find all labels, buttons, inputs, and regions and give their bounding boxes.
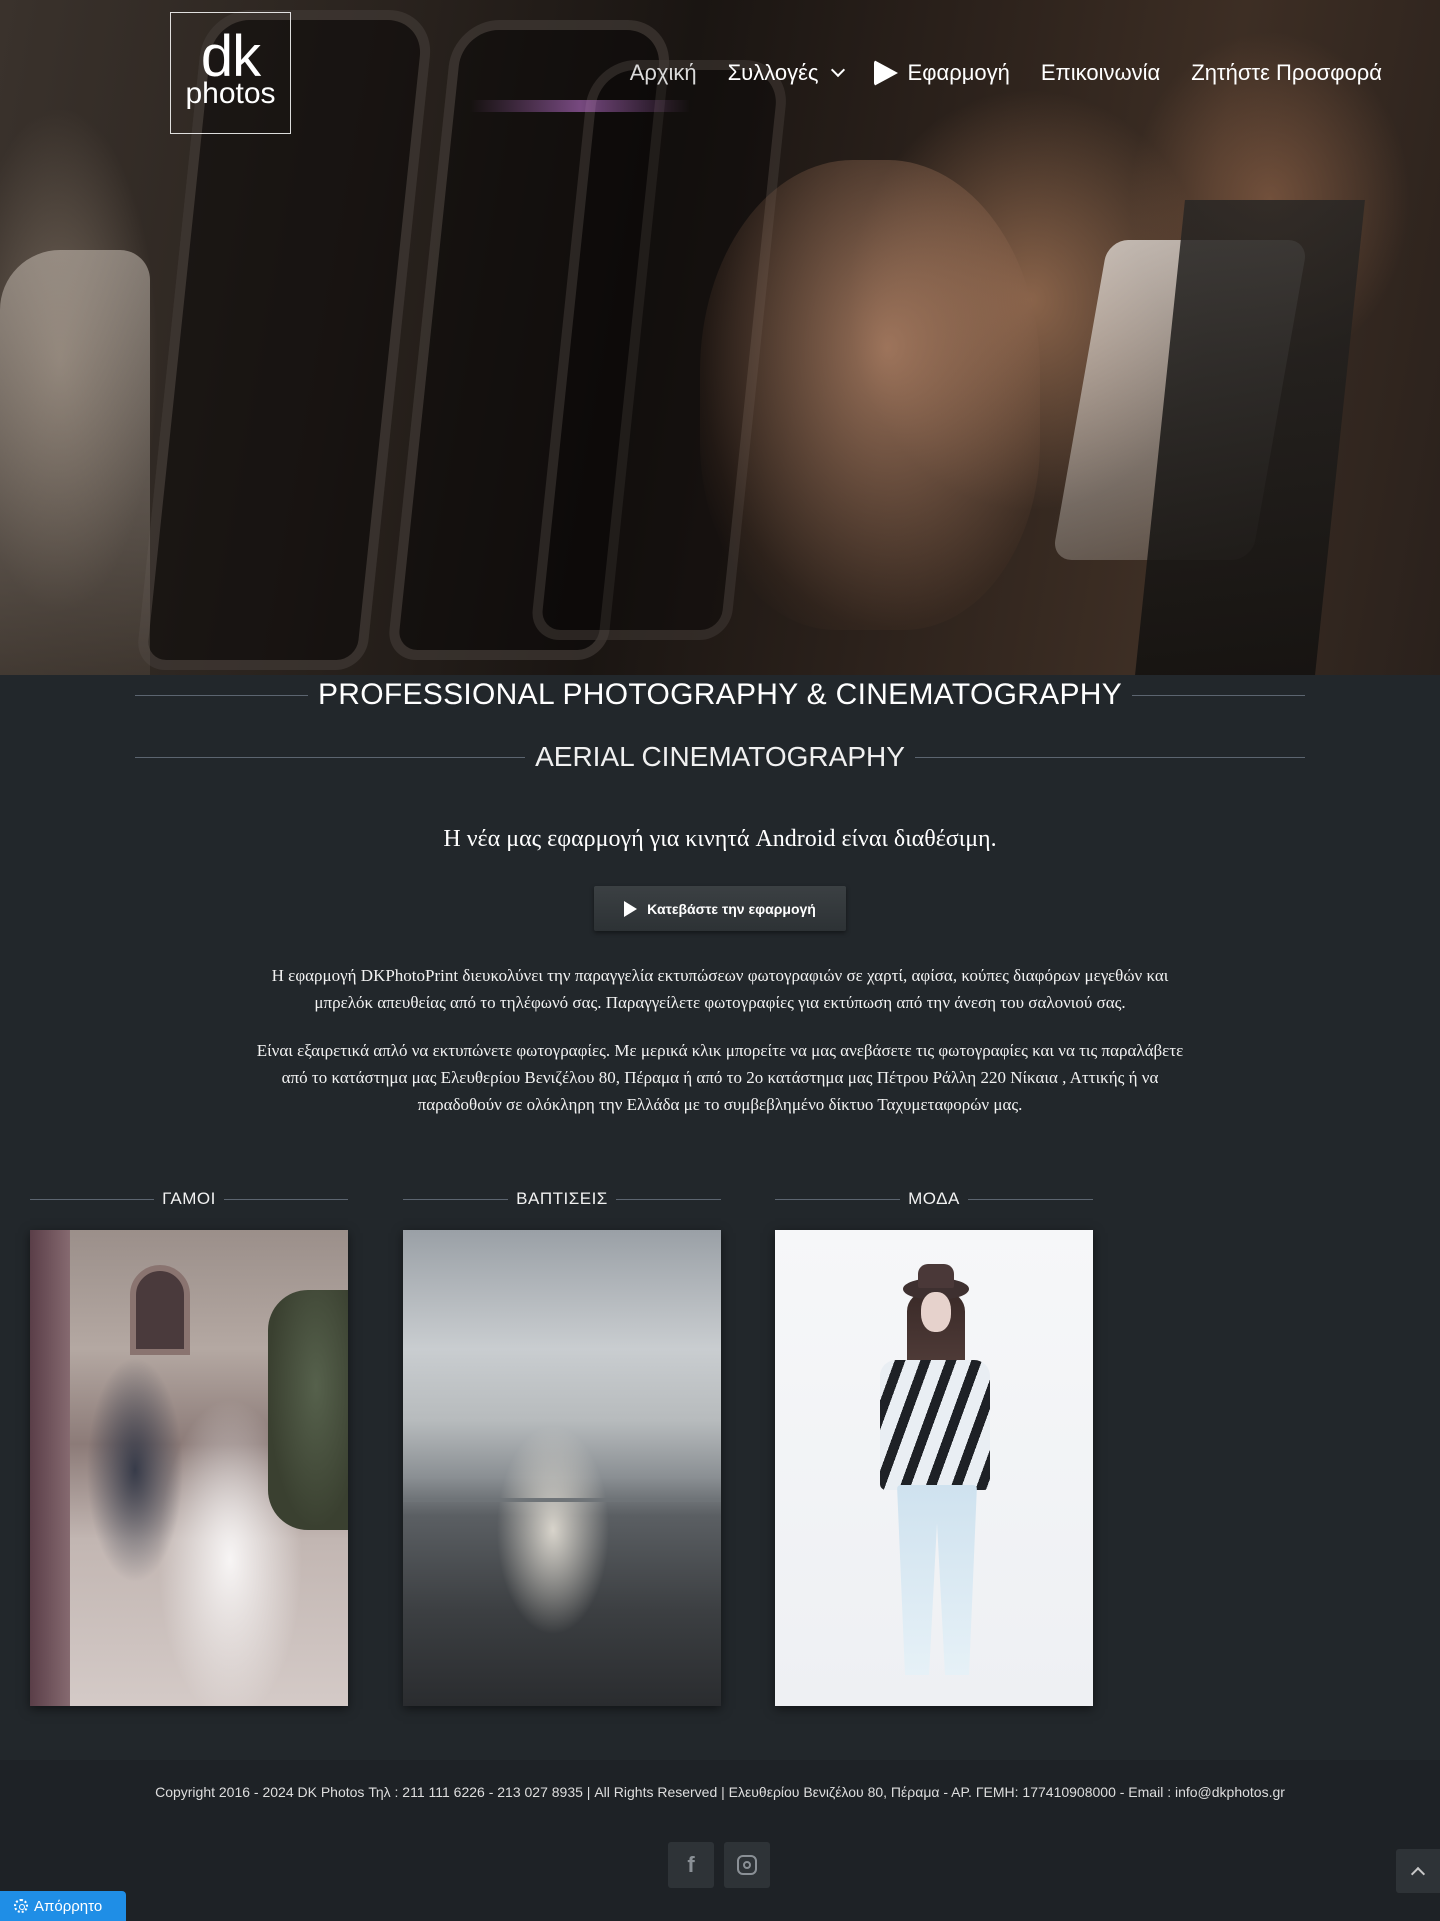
download-app-button[interactable]: Κατεβάστε την εφαρμογή (594, 886, 846, 931)
chevron-down-icon (830, 62, 845, 78)
photo-church-window (130, 1265, 190, 1355)
download-app-label: Κατεβάστε την εφαρμογή (647, 900, 816, 917)
main-nav: Αρχική Συλλογές Εφαρμογή Επικοινωνία Ζητ… (630, 60, 1382, 86)
app-description: Η εφαρμογή DKPhotoPrint διευκολύνει την … (271, 966, 1169, 1012)
logo-text-photos: photos (185, 77, 276, 110)
divider (914, 756, 1306, 758)
divider (403, 1198, 509, 1200)
divider (135, 694, 308, 696)
main-heading: PROFESSIONAL PHOTOGRAPHY & CINEMATOGRAPH… (135, 678, 1306, 712)
photo-horizon (403, 1498, 721, 1502)
photo-model-face (921, 1292, 951, 1332)
privacy-button[interactable]: Απόρρητο (0, 1891, 126, 1921)
gear-icon (14, 1899, 28, 1913)
nav-item-label: Συλλογές (727, 60, 819, 85)
site-footer: Copyright 2016 - 2024 DK Photos Τηλ : 21… (0, 1760, 1440, 1921)
site-logo[interactable]: dk photos (170, 12, 291, 134)
play-icon (624, 900, 638, 917)
nav-item-label: Εφαρμογή (907, 60, 1010, 85)
app-announcement: Η νέα μας εφαρμογή για κινητά Android εί… (443, 826, 997, 852)
chevron-up-icon (1410, 1866, 1426, 1881)
scroll-to-top-button[interactable] (1396, 1849, 1440, 1893)
nav-item-label: Επικοινωνία (1040, 60, 1161, 85)
privacy-label: Απόρρητο (34, 1897, 103, 1915)
category-baptisms[interactable]: ΒΑΠΤΙΣΕΙΣ (403, 1186, 721, 1706)
instagram-link[interactable] (724, 1842, 770, 1888)
nav-item-label: Αρχική (629, 60, 697, 85)
category-heading: ΜΟΔΑ (775, 1186, 1094, 1212)
play-icon (873, 60, 898, 86)
divider (223, 1198, 348, 1200)
hero-light-glow (470, 100, 690, 112)
copyright-text: Copyright 2016 - 2024 DK Photos Τηλ : 21… (155, 1784, 1285, 1800)
category-fashion[interactable]: ΜΟΔΑ (775, 1186, 1094, 1706)
category-heading: ΓΑΜΟΙ (30, 1186, 348, 1212)
photo-model-pants (897, 1485, 977, 1675)
photo-model-hat-crown (918, 1264, 954, 1288)
photo-foliage (30, 1230, 70, 1706)
instagram-icon (737, 1855, 757, 1875)
category-label: ΜΟΔΑ (908, 1189, 960, 1208)
nav-item-home[interactable]: Αρχική (630, 60, 697, 86)
divider (775, 1198, 901, 1200)
page-title: PROFESSIONAL PHOTOGRAPHY & CINEMATOGRAPH… (317, 678, 1123, 711)
divider (615, 1198, 721, 1200)
divider (135, 756, 526, 758)
facebook-link[interactable]: f (668, 1842, 714, 1888)
category-photo-weddings[interactable] (30, 1230, 348, 1706)
category-label: ΒΑΠΤΙΣΕΙΣ (516, 1189, 608, 1208)
divider (30, 1198, 155, 1200)
hero-bride-left (0, 250, 150, 675)
category-photo-baptisms[interactable] (403, 1230, 721, 1706)
category-photo-fashion[interactable] (775, 1230, 1093, 1706)
facebook-icon: f (687, 1852, 695, 1877)
divider (1132, 694, 1306, 696)
app-instructions: Είναι εξαιρετικά απλό να εκτυπώνετε φωτο… (256, 1041, 1184, 1114)
nav-item-quote[interactable]: Ζητήστε Προσφορά (1191, 60, 1382, 86)
nav-item-collections[interactable]: Συλλογές (727, 60, 845, 86)
category-heading: ΒΑΠΤΙΣΕΙΣ (403, 1186, 721, 1212)
divider (967, 1198, 1094, 1200)
nav-item-app[interactable]: Εφαρμογή (873, 60, 1010, 86)
nav-item-label: Ζητήστε Προσφορά (1191, 60, 1382, 85)
category-weddings[interactable]: ΓΑΜΟΙ (30, 1186, 348, 1706)
hero-bride-face (700, 160, 1040, 630)
nav-item-contact[interactable]: Επικοινωνία (1041, 60, 1160, 86)
sub-heading: AERIAL CINEMATOGRAPHY (135, 741, 1306, 773)
sub-title: AERIAL CINEMATOGRAPHY (535, 741, 905, 772)
photo-tree (268, 1290, 348, 1530)
photo-model-jacket (880, 1360, 990, 1490)
category-label: ΓΑΜΟΙ (162, 1189, 216, 1208)
